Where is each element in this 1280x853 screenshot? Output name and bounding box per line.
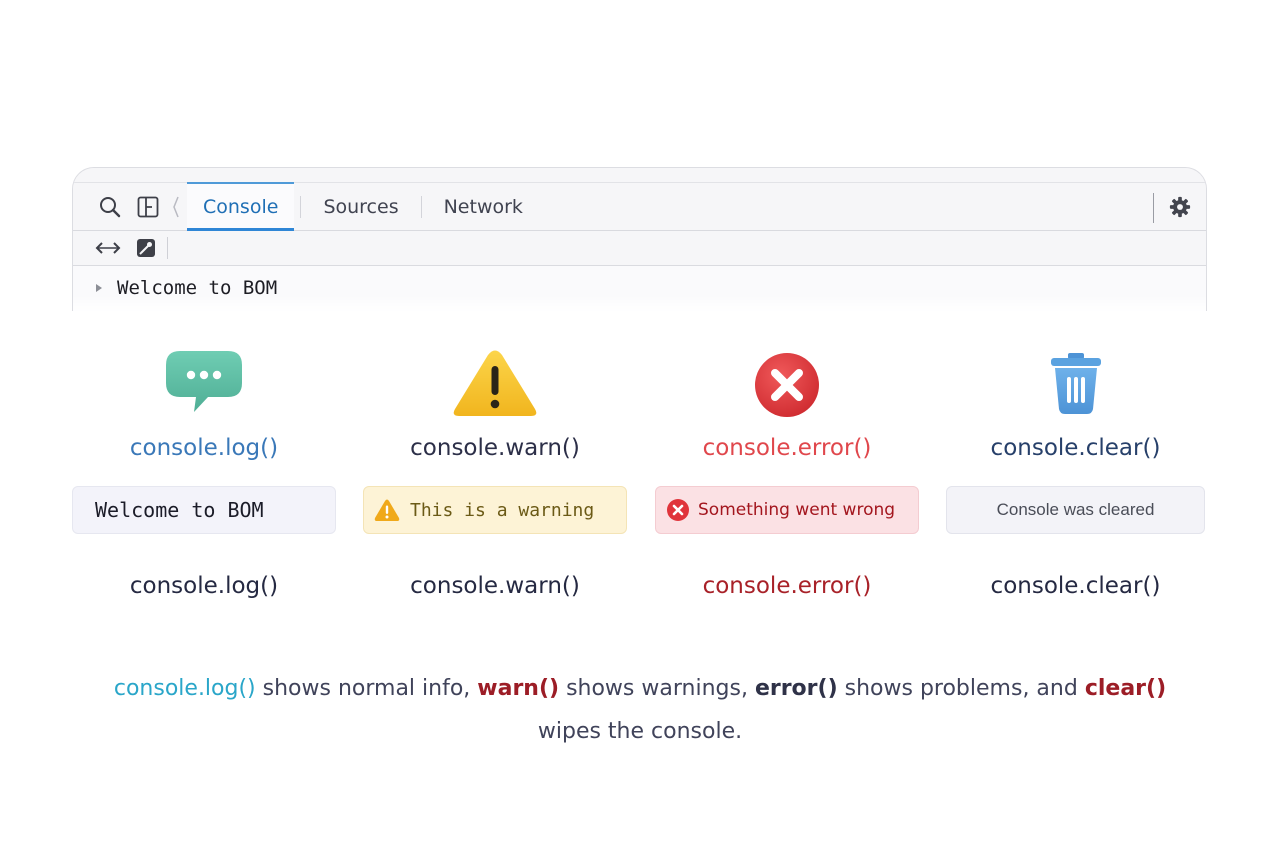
method-caption: console.clear() — [990, 573, 1161, 599]
summary-text-4: wipes the console. — [537, 719, 743, 744]
summary-error: error() — [754, 676, 838, 701]
clear-output-box: Console was cleared — [946, 486, 1205, 534]
tab-scroll-chevron-icon — [173, 195, 179, 219]
trash-can-icon — [946, 349, 1205, 429]
warn-output-text: This is a warning — [410, 499, 595, 521]
tab-sources[interactable]: Sources — [307, 183, 414, 230]
console-toolbar — [73, 231, 1206, 266]
expand-triangle-icon[interactable] — [95, 283, 103, 293]
summary-text-2: shows warnings, — [559, 676, 755, 701]
log-output-box: Welcome to BOM — [72, 486, 336, 534]
summary-log: console.log() — [113, 676, 256, 701]
console-message-text: Welcome to BOM — [117, 277, 278, 299]
log-output-text: Welcome to BOM — [95, 498, 264, 522]
method-caption: console.warn() — [410, 573, 580, 599]
tab-bar-divider — [1153, 193, 1154, 223]
method-name: console.log() — [129, 435, 279, 461]
error-output-box: Something went wrong — [655, 486, 919, 534]
tab-sources-label: Sources — [323, 195, 399, 218]
expand-arrows-icon[interactable] — [95, 237, 121, 259]
method-caption: console.error() — [702, 573, 872, 599]
clear-output-text: Console was cleared — [996, 500, 1155, 519]
summary-text-3: shows problems, and — [837, 676, 1085, 701]
warn-output-box: This is a warning — [363, 486, 627, 534]
small-error-icon — [667, 499, 689, 521]
summary-warn: warn() — [477, 676, 560, 701]
devtools-tab-bar: Console Sources Network — [73, 182, 1206, 231]
tab-network[interactable]: Network — [428, 183, 539, 230]
clear-console-icon[interactable] — [135, 237, 157, 259]
search-icon[interactable] — [97, 194, 123, 220]
summary-clear: clear() — [1084, 676, 1167, 701]
method-name: console.error() — [702, 435, 872, 461]
tab-divider — [420, 195, 422, 218]
window-top-strip — [73, 168, 1206, 183]
small-warning-icon — [374, 499, 400, 521]
tab-network-label: Network — [443, 195, 523, 218]
tab-console-label: Console — [203, 195, 279, 218]
tab-console[interactable]: Console — [187, 182, 295, 231]
console-message-row[interactable]: Welcome to BOM — [73, 266, 1206, 310]
summary-caption: console.log() shows normal info, warn() … — [100, 667, 1180, 753]
devtools-window: Console Sources Network Welcome to BOM — [72, 167, 1207, 311]
warning-triangle-icon — [363, 349, 627, 429]
chat-bubble-icon — [72, 349, 336, 429]
tab-divider — [300, 195, 302, 218]
error-circle-icon — [655, 349, 919, 429]
method-name: console.clear() — [990, 435, 1161, 461]
error-output-text: Something went wrong — [698, 500, 896, 520]
gear-icon[interactable] — [1168, 195, 1192, 219]
method-name: console.warn() — [410, 435, 580, 461]
device-toggle-icon[interactable] — [135, 194, 161, 220]
toolbar-divider — [167, 237, 168, 259]
summary-text-1: shows normal info, — [255, 676, 478, 701]
method-caption: console.log() — [129, 573, 279, 599]
